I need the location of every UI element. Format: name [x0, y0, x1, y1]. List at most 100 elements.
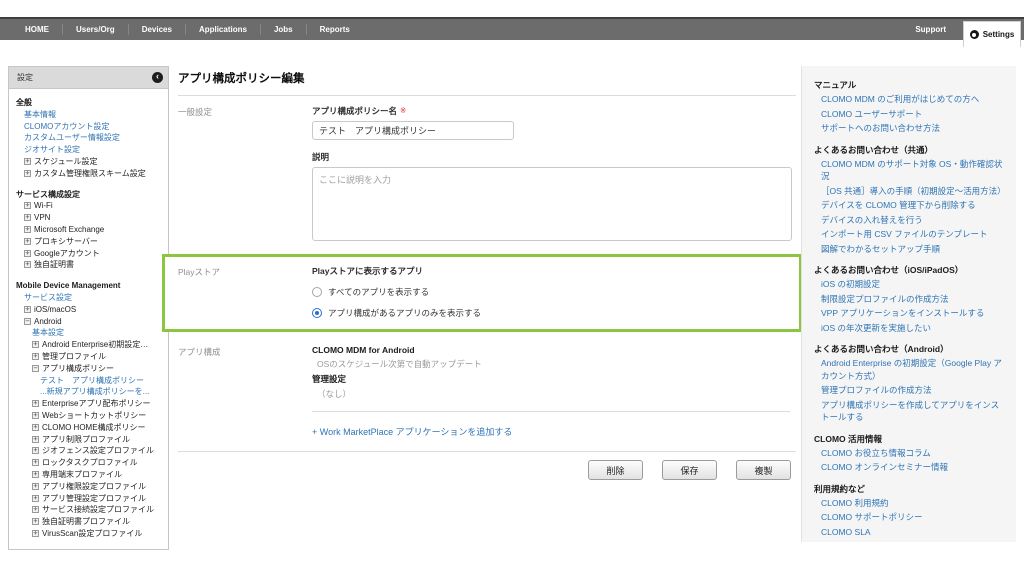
tree-expand-icon[interactable]: + — [32, 471, 39, 478]
tree-item-label[interactable]: 基本設定 — [32, 328, 64, 337]
tree-item-label[interactable]: CLOMO HOME構成ポリシー — [42, 423, 146, 432]
help-link[interactable]: CLOMO SLA — [814, 526, 1006, 539]
help-link[interactable]: CLOMO サポートポリシー — [814, 511, 1006, 524]
tree-item-label[interactable]: アプリ構成ポリシー — [42, 364, 114, 373]
help-link[interactable]: CLOMO オンラインセミナー情報 — [814, 461, 1006, 474]
tree-expand-icon[interactable]: + — [24, 250, 31, 257]
tree-expand-icon[interactable]: + — [32, 483, 39, 490]
tree-expand-icon[interactable]: − — [24, 318, 31, 325]
tree-item-label[interactable]: 管理プロファイル — [42, 352, 106, 361]
tree-expand-icon[interactable]: + — [24, 214, 31, 221]
tree-item-label[interactable]: プロキシサーバー — [34, 237, 98, 246]
tree-expand-icon[interactable]: + — [32, 530, 39, 537]
help-link[interactable]: iOS の年次更新を実施したい — [814, 322, 1006, 335]
collapse-sidebar-icon[interactable] — [152, 72, 163, 83]
help-link[interactable]: CLOMO ユーザーサポート — [814, 108, 1006, 121]
nav-item-devices[interactable]: Devices — [129, 25, 185, 34]
tree-expand-icon[interactable]: + — [24, 170, 31, 177]
radio-option[interactable]: すべてのアプリを表示する — [312, 286, 481, 298]
tree-expand-icon[interactable]: + — [24, 238, 31, 245]
nav-support-link[interactable]: Support — [915, 19, 946, 40]
tree-item-label[interactable]: 基本情報 — [24, 110, 56, 119]
help-link[interactable]: アプリ構成ポリシーを作成してアプリをインストールする — [814, 399, 1006, 424]
nav-item-jobs[interactable]: Jobs — [261, 25, 306, 34]
nav-item-applications[interactable]: Applications — [186, 25, 260, 34]
tree-item-label[interactable]: Enterpriseアプリ配布ポリシー — [42, 399, 150, 408]
tree-expand-icon[interactable]: + — [32, 459, 39, 466]
tree-item-label[interactable]: 独自証明書プロファイル — [42, 517, 130, 526]
tree-item-label[interactable]: アプリ制限プロファイル — [42, 435, 130, 444]
tree-item-label[interactable]: ロックタスクプロファイル — [42, 458, 138, 467]
tree-expand-icon[interactable]: + — [32, 495, 39, 502]
tree-expand-icon[interactable]: + — [24, 158, 31, 165]
help-link[interactable]: CLOMO 利用規約 — [814, 497, 1006, 510]
page-title: アプリ構成ポリシー編集 — [178, 66, 796, 96]
tree-expand-icon[interactable]: + — [32, 518, 39, 525]
add-work-marketplace-app-link[interactable]: + Work MarketPlace アプリケーションを追加する — [312, 425, 512, 438]
help-link[interactable]: Android Enterprise の初期設定（Google Play アカウ… — [814, 357, 1006, 382]
policy-name-input[interactable] — [312, 121, 514, 140]
tree-item-label[interactable]: ジオフェンス設定プロファイル — [42, 446, 154, 455]
help-link[interactable]: サポートへのお問い合わせ方法 — [814, 122, 1006, 135]
help-link[interactable]: CLOMO MDM のサポート対象 OS・動作確認状況 — [814, 158, 1006, 183]
tree-item-label[interactable]: Googleアカウント — [34, 249, 100, 258]
help-link[interactable]: ［OS 共通］導入の手順（初期設定〜活用方法） — [814, 185, 1006, 198]
tree-expand-icon[interactable]: + — [32, 436, 39, 443]
tree-expand-icon[interactable]: + — [24, 202, 31, 209]
radio-checked-icon[interactable] — [312, 308, 322, 318]
tree-item-label[interactable]: Android — [34, 317, 62, 326]
nav-item-reports[interactable]: Reports — [307, 25, 363, 34]
help-link[interactable]: デバイスを CLOMO 管理下から削除する — [814, 199, 1006, 212]
nav-item-home[interactable]: HOME — [12, 25, 62, 34]
tree-item-label[interactable]: Microsoft Exchange — [34, 225, 104, 234]
tree-item-label[interactable]: Android Enterprise初期設定… — [42, 340, 148, 349]
tree-expand-icon[interactable]: − — [32, 365, 39, 372]
help-link[interactable]: VPP アプリケーションをインストールする — [814, 307, 1006, 320]
tree-expand-icon[interactable]: + — [32, 506, 39, 513]
save-button[interactable]: 保存 — [662, 460, 717, 480]
tree-item-label[interactable]: VirusScan設定プロファイル — [42, 529, 142, 538]
help-link[interactable]: 図解でわかるセットアップ手順 — [814, 243, 1006, 256]
tree-item-label[interactable]: ジオサイト設定 — [24, 145, 80, 154]
help-link[interactable]: CLOMO お役立ち情報コラム — [814, 447, 1006, 460]
description-textarea[interactable] — [312, 167, 792, 241]
tree-expand-icon[interactable]: + — [32, 447, 39, 454]
tree-item-label[interactable]: 独自証明書 — [34, 260, 74, 269]
tree-item-label[interactable]: サービス設定 — [24, 293, 72, 302]
tree-expand-icon[interactable]: + — [32, 400, 39, 407]
tree-expand-icon[interactable]: + — [24, 261, 31, 268]
help-link[interactable]: CLOMO MDM のご利用がはじめての方へ — [814, 93, 1006, 106]
tree-expand-icon[interactable]: + — [32, 424, 39, 431]
tree-item-label[interactable]: 専用端末プロファイル — [42, 470, 122, 479]
tree-item-label[interactable]: カスタムユーザー情報設定 — [24, 133, 120, 142]
nav-item-users-org[interactable]: Users/Org — [63, 25, 128, 34]
tree-item-label[interactable]: スケジュール設定 — [34, 157, 97, 166]
playstore-highlight-box: Playストア Playストアに表示するアプリ すべてのアプリを表示するアプリ構… — [162, 254, 802, 332]
duplicate-button[interactable]: 複製 — [736, 460, 791, 480]
tree-expand-icon[interactable]: + — [32, 341, 39, 348]
help-link[interactable]: iOS の初期設定 — [814, 278, 1006, 291]
tree-item-label[interactable]: iOS/macOS — [34, 305, 76, 314]
tree-item-label[interactable]: アプリ管理設定プロファイル — [42, 494, 146, 503]
tree-expand-icon[interactable]: + — [24, 226, 31, 233]
tab-settings[interactable]: Settings — [963, 21, 1021, 47]
tree-item-label[interactable]: ...新規アプリ構成ポリシーを... — [40, 387, 149, 396]
radio-unchecked-icon[interactable] — [312, 287, 322, 297]
help-link[interactable]: インポート用 CSV ファイルのテンプレート — [814, 228, 1006, 241]
tree-expand-icon[interactable]: + — [32, 412, 39, 419]
tree-item-label[interactable]: サービス接続設定プロファイル — [42, 505, 154, 514]
help-link[interactable]: 管理プロファイルの作成方法 — [814, 384, 1006, 397]
tree-item-label[interactable]: Wi-Fi — [34, 201, 53, 210]
tree-item-label[interactable]: カスタム管理権限スキーム設定 — [34, 169, 146, 178]
tree-item-label[interactable]: VPN — [34, 213, 50, 222]
tree-item-selected-label[interactable]: テスト アプリ構成ポリシー — [40, 376, 144, 385]
tree-item-label[interactable]: アプリ権限設定プロファイル — [42, 482, 146, 491]
delete-button[interactable]: 削除 — [588, 460, 643, 480]
tree-expand-icon[interactable]: + — [24, 306, 31, 313]
help-link[interactable]: デバイスの入れ替えを行う — [814, 214, 1006, 227]
help-link[interactable]: 制限設定プロファイルの作成方法 — [814, 293, 1006, 306]
tree-item-label[interactable]: CLOMOアカウント設定 — [24, 122, 109, 131]
tree-item-label[interactable]: Webショートカットポリシー — [42, 411, 146, 420]
radio-option[interactable]: アプリ構成があるアプリのみを表示する — [312, 307, 481, 319]
tree-expand-icon[interactable]: + — [32, 353, 39, 360]
